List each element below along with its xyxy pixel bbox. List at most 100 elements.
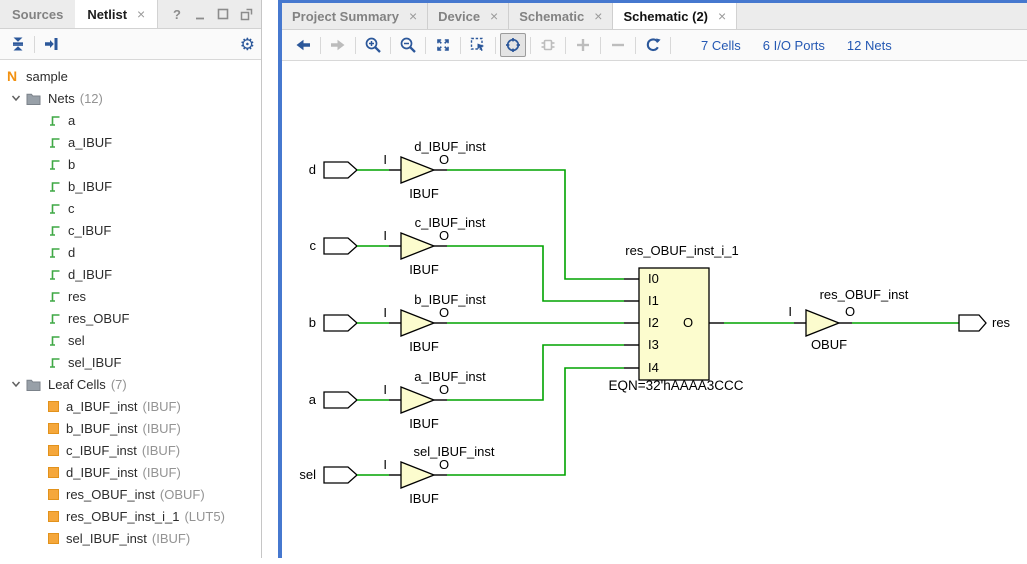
tree-item-d-ibuf[interactable]: d_IBUF xyxy=(0,263,261,285)
chevron-down-icon[interactable] xyxy=(10,378,22,390)
collapse-all-icon xyxy=(9,35,27,53)
pin-name-i1: I1 xyxy=(648,293,659,308)
instance-b-ibuf[interactable] xyxy=(401,310,434,336)
tree-item-leaf-cells[interactable]: Leaf Cells(7) xyxy=(0,373,261,395)
tree-item-d-ibuf-inst[interactable]: d_IBUF_inst(IBUF) xyxy=(0,461,261,483)
close-icon[interactable]: × xyxy=(137,7,145,21)
back-button[interactable] xyxy=(290,33,316,57)
toolbar-separator xyxy=(320,37,321,54)
tree-item-type: (IBUF) xyxy=(142,443,180,458)
panel-splitter[interactable] xyxy=(263,0,278,558)
collapse-cone-button[interactable] xyxy=(605,33,631,57)
tab-schematic[interactable]: Schematic × xyxy=(509,3,613,29)
instance-d-ibuf[interactable] xyxy=(401,157,434,183)
input-port-b[interactable] xyxy=(324,315,357,331)
instance-a-ibuf[interactable] xyxy=(401,387,434,413)
float-icon[interactable] xyxy=(239,7,253,21)
tree-item-b-ibuf[interactable]: b_IBUF xyxy=(0,175,261,197)
folder-icon xyxy=(26,92,41,105)
tree-item-res-obuf-inst-i-1[interactable]: res_OBUF_inst_i_1(LUT5) xyxy=(0,505,261,527)
help-icon[interactable]: ? xyxy=(170,7,184,21)
zoom-fit-button[interactable] xyxy=(430,33,456,57)
tree-item-type: (IBUF) xyxy=(143,399,181,414)
schematic-stats: 7 Cells 6 I/O Ports 12 Nets xyxy=(701,38,892,53)
tree-item-c-ibuf[interactable]: c_IBUF xyxy=(0,219,261,241)
tree-item-a-ibuf-inst[interactable]: a_IBUF_inst(IBUF) xyxy=(0,395,261,417)
schematic-panel: Project Summary × Device × Schematic × S… xyxy=(278,0,1027,558)
tree-item-label: a xyxy=(68,113,75,128)
tree-item-b-ibuf-inst[interactable]: b_IBUF_inst(IBUF) xyxy=(0,417,261,439)
tree-item-res-obuf-inst[interactable]: res_OBUF_inst (OBUF) xyxy=(0,483,261,505)
tree-item-label: b_IBUF xyxy=(68,179,112,194)
forward-button[interactable] xyxy=(325,33,351,57)
scroll-to-selected-button[interactable] xyxy=(39,32,63,56)
input-port-sel[interactable] xyxy=(324,467,357,483)
tree-item-label: Nets xyxy=(48,91,75,106)
close-icon[interactable]: × xyxy=(490,9,498,23)
zoom-selection-icon xyxy=(469,36,487,54)
tab-sources-label: Sources xyxy=(12,7,63,22)
close-icon[interactable]: × xyxy=(718,9,726,23)
instance-sel-ibuf[interactable] xyxy=(401,462,434,488)
tree-item-res-obuf[interactable]: res_OBUF xyxy=(0,307,261,329)
input-port-d[interactable] xyxy=(324,162,357,178)
tree-item-label: res_OBUF_inst xyxy=(66,487,155,502)
regenerate-button[interactable] xyxy=(640,33,666,57)
tab-sources[interactable]: Sources xyxy=(0,0,75,28)
tab-device[interactable]: Device × xyxy=(428,3,509,29)
tree-item-d[interactable]: d xyxy=(0,241,261,263)
minimize-icon[interactable] xyxy=(193,7,207,21)
tree-item-type: (OBUF) xyxy=(160,487,205,502)
input-port-a[interactable] xyxy=(324,392,357,408)
chevron-down-icon[interactable] xyxy=(10,92,22,104)
toolbar-separator xyxy=(565,37,566,54)
tree-item-c-ibuf-inst[interactable]: c_IBUF_inst(IBUF) xyxy=(0,439,261,461)
add-cell-button[interactable] xyxy=(535,33,561,57)
expand-cone-button[interactable] xyxy=(570,33,596,57)
output-port-res[interactable] xyxy=(959,315,986,331)
zoom-in-button[interactable] xyxy=(360,33,386,57)
instance-res-obuf[interactable] xyxy=(806,310,839,336)
tree-item-sample[interactable]: Nsample xyxy=(0,65,261,87)
zoom-selection-button[interactable] xyxy=(465,33,491,57)
schematic-row-d: d I O d_IBUF_inst IBUF xyxy=(309,139,624,279)
tab-schematic-2[interactable]: Schematic (2) × xyxy=(613,3,737,29)
tab-netlist-label: Netlist xyxy=(87,7,127,22)
instance-name: b_IBUF_inst xyxy=(414,292,486,307)
schematic-lut5: res_OBUF_inst_i_1 I0 I1 I2 I3 I4 O EQN=3… xyxy=(608,243,794,393)
schematic-canvas-area[interactable]: d I O d_IBUF_inst IBUF c I xyxy=(286,64,1027,561)
autofit-selection-button[interactable] xyxy=(500,33,526,57)
input-port-c[interactable] xyxy=(324,238,357,254)
instance-name: a_IBUF_inst xyxy=(414,369,486,384)
tab-netlist[interactable]: Netlist × xyxy=(75,0,158,28)
lut-equation: EQN=32'hAAAA3CCC xyxy=(608,378,743,393)
tree-item-a-ibuf[interactable]: a_IBUF xyxy=(0,131,261,153)
tree-item-a[interactable]: a xyxy=(0,109,261,131)
tree-item-sel-ibuf[interactable]: sel_IBUF xyxy=(0,351,261,373)
autofit-selection-icon xyxy=(504,36,522,54)
net-icon xyxy=(48,312,61,325)
tree-item-res[interactable]: res xyxy=(0,285,261,307)
tab-project-summary[interactable]: Project Summary × xyxy=(282,3,428,29)
cell-icon xyxy=(48,511,59,522)
toolbar-separator xyxy=(34,36,35,53)
zoom-out-button[interactable] xyxy=(395,33,421,57)
tab-label: Device xyxy=(438,9,480,24)
gear-icon[interactable]: ⚙ xyxy=(240,36,255,53)
tree-item-c[interactable]: c xyxy=(0,197,261,219)
instance-c-ibuf[interactable] xyxy=(401,233,434,259)
pin-name-o: O xyxy=(439,228,449,243)
tree-item-label: sel_IBUF xyxy=(68,355,121,370)
maximize-icon[interactable] xyxy=(216,7,230,21)
tree-item-b[interactable]: b xyxy=(0,153,261,175)
pin-name-o: O xyxy=(439,152,449,167)
collapse-all-button[interactable] xyxy=(6,32,30,56)
folder-icon xyxy=(26,378,41,391)
tree-item-sel[interactable]: sel xyxy=(0,329,261,351)
close-icon[interactable]: × xyxy=(594,9,602,23)
tree-item-sel-ibuf-inst[interactable]: sel_IBUF_inst(IBUF) xyxy=(0,527,261,549)
close-icon[interactable]: × xyxy=(409,9,417,23)
tree-item-nets[interactable]: Nets(12) xyxy=(0,87,261,109)
right-tab-bar: Project Summary × Device × Schematic × S… xyxy=(282,3,1027,30)
port-label-res: res xyxy=(992,315,1011,330)
